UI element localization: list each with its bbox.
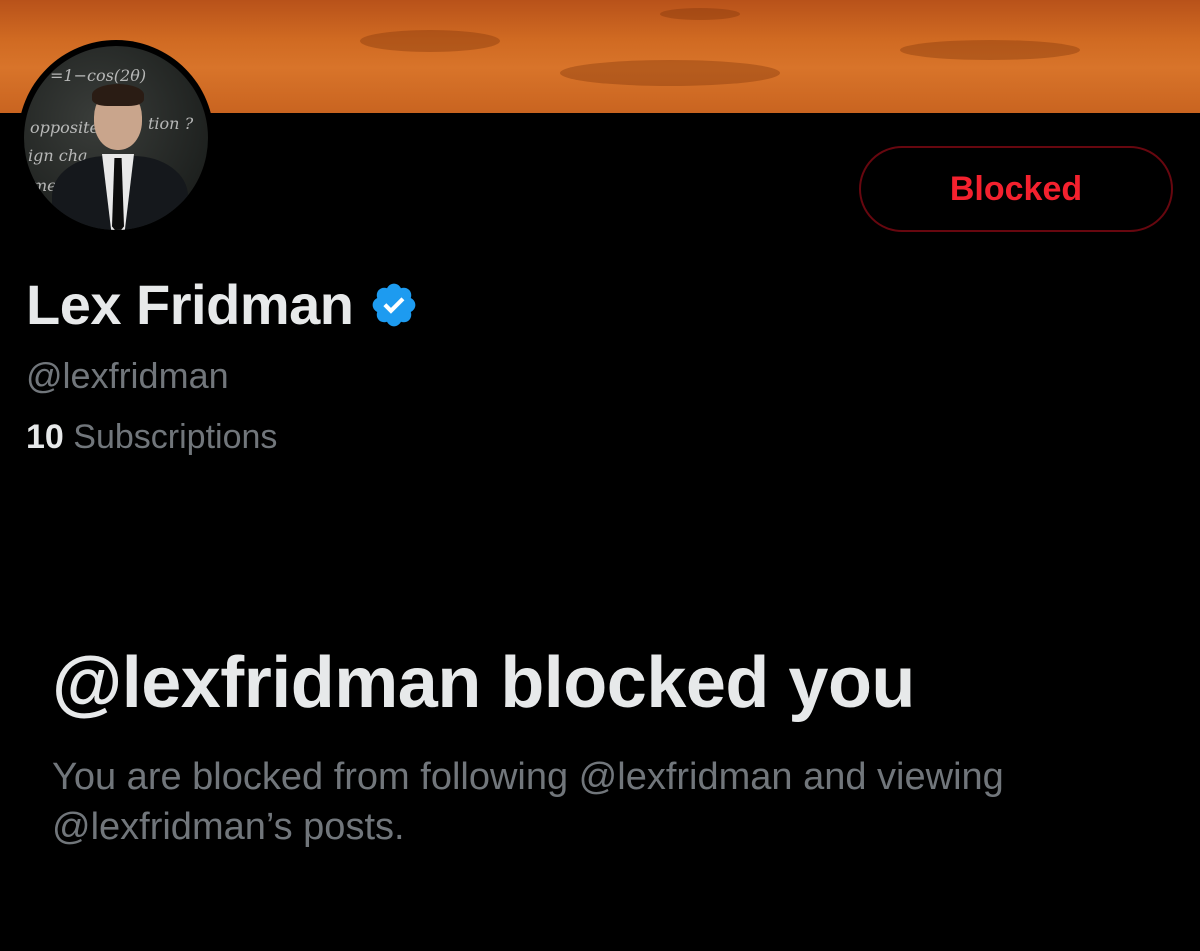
blocked-description: You are blocked from following @lexfridm… <box>52 756 1004 848</box>
blocked-title: @lexfridman blocked you <box>52 643 915 723</box>
banner-dune <box>560 60 780 86</box>
display-name: Lex Fridman <box>26 273 354 336</box>
subscriptions-label: Subscriptions <box>73 418 278 456</box>
verified-badge-icon[interactable] <box>369 280 419 330</box>
subscriptions-link[interactable]: 10 Subscriptions <box>26 414 277 460</box>
avatar-chalk-text: opposite <box>30 118 99 137</box>
banner-dune <box>360 30 500 52</box>
avatar[interactable]: =1−cos(2θ) opposite tion ? ign cha me <box>18 40 214 236</box>
profile-name-row: Lex Fridman <box>26 270 419 340</box>
avatar-image: =1−cos(2θ) opposite tion ? ign cha me <box>24 46 208 230</box>
subscriptions-count: 10 <box>26 418 64 456</box>
banner-dune <box>660 8 740 20</box>
blocked-button[interactable]: Blocked <box>859 146 1173 232</box>
banner-dune <box>900 40 1080 60</box>
avatar-hair <box>92 84 144 106</box>
avatar-chalk-text: tion ? <box>148 114 194 133</box>
profile-handle: @lexfridman <box>26 355 229 396</box>
avatar-chalk-text: =1−cos(2θ) <box>50 66 147 85</box>
